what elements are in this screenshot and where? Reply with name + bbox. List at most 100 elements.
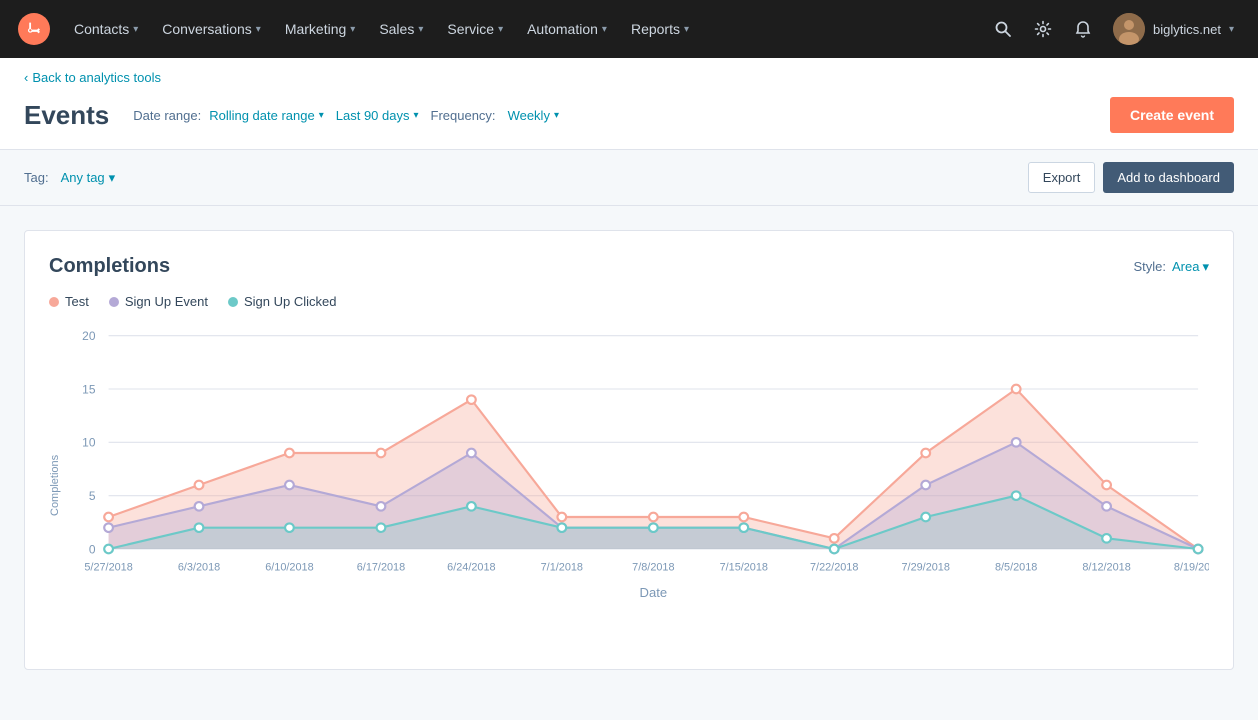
svg-text:7/1/2018: 7/1/2018	[541, 561, 583, 573]
signup-clicked-dot-1	[195, 523, 204, 532]
account-chevron: ▾	[1229, 24, 1234, 35]
test-dot-8	[830, 534, 839, 543]
nav-marketing-chevron: ▾	[350, 24, 355, 35]
svg-text:0: 0	[89, 542, 96, 556]
legend-label-signup-clicked: Sign Up Clicked	[244, 294, 337, 309]
test-dot-7	[739, 513, 748, 522]
signup-event-dot-10	[1012, 438, 1021, 447]
style-chevron: ▾	[1202, 259, 1209, 275]
nav-contacts[interactable]: Contacts ▾	[64, 15, 148, 43]
chart-inner: 0 5 10 15 20	[65, 325, 1209, 645]
legend-dot-signup-event	[109, 297, 119, 307]
nav-reports-label: Reports	[631, 21, 680, 37]
frequency-picker[interactable]: Weekly ▾	[504, 106, 563, 125]
page-title: Events	[24, 100, 109, 131]
test-dot-6	[649, 513, 658, 522]
chart-header: Completions Style: Area ▾	[49, 255, 1209, 278]
chart-card: Completions Style: Area ▾ Test Sign Up E…	[24, 230, 1234, 670]
add-to-dashboard-button[interactable]: Add to dashboard	[1103, 162, 1234, 193]
svg-text:6/24/2018: 6/24/2018	[447, 561, 495, 573]
date-range-option[interactable]: Last 90 days ▾	[332, 106, 423, 125]
signup-event-dot-9	[921, 481, 930, 490]
nav-service[interactable]: Service ▾	[437, 15, 513, 43]
search-icon[interactable]	[985, 11, 1021, 47]
navbar: Contacts ▾ Conversations ▾ Marketing ▾ S…	[0, 0, 1258, 58]
export-button[interactable]: Export	[1028, 162, 1096, 193]
avatar	[1113, 13, 1145, 45]
signup-clicked-dot-5	[557, 523, 566, 532]
nav-automation[interactable]: Automation ▾	[517, 15, 617, 43]
nav-contacts-label: Contacts	[74, 21, 129, 37]
nav-contacts-chevron: ▾	[133, 24, 138, 35]
signup-clicked-dot-12	[1194, 545, 1203, 554]
chart-legend: Test Sign Up Event Sign Up Clicked	[49, 294, 1209, 309]
nav-reports[interactable]: Reports ▾	[621, 15, 699, 43]
signup-clicked-dot-9	[921, 513, 930, 522]
account-name: biglytics.net	[1153, 22, 1221, 37]
filter-row: Date range: Rolling date range ▾ Last 90…	[133, 106, 1086, 125]
date-range-label: Date range:	[133, 108, 201, 123]
signup-clicked-dot-3	[377, 523, 386, 532]
subheader-main: Events Date range: Rolling date range ▾ …	[24, 89, 1234, 149]
test-dot-5	[557, 513, 566, 522]
nav-marketing-label: Marketing	[285, 21, 346, 37]
nav-icons	[985, 11, 1101, 47]
nav-conversations-chevron: ▾	[256, 24, 261, 35]
back-arrow-icon: ‹	[24, 70, 28, 85]
nav-automation-label: Automation	[527, 21, 598, 37]
nav-automation-chevron: ▾	[602, 24, 607, 35]
svg-text:6/10/2018: 6/10/2018	[265, 561, 313, 573]
signup-event-dot-4	[467, 449, 476, 458]
tag-value: Any tag	[61, 170, 105, 185]
nav-service-label: Service	[447, 21, 494, 37]
date-range-value: Rolling date range	[209, 108, 315, 123]
test-dot-9	[921, 449, 930, 458]
nav-sales-chevron: ▾	[418, 24, 423, 35]
back-link[interactable]: ‹ Back to analytics tools	[24, 58, 1234, 89]
notifications-icon[interactable]	[1065, 11, 1101, 47]
signup-event-dot-2	[285, 481, 294, 490]
date-option-value: Last 90 days	[336, 108, 410, 123]
nav-reports-chevron: ▾	[684, 24, 689, 35]
svg-text:15: 15	[82, 382, 96, 396]
test-dot-4	[467, 395, 476, 404]
tag-selector[interactable]: Any tag ▾	[61, 170, 116, 186]
date-range-chevron: ▾	[319, 110, 324, 121]
signup-event-dot-11	[1102, 502, 1111, 511]
date-option-chevron: ▾	[413, 110, 418, 121]
legend-label-test: Test	[65, 294, 89, 309]
style-dropdown[interactable]: Area ▾	[1172, 259, 1209, 275]
hubspot-logo[interactable]	[16, 11, 52, 47]
legend-item-signup-event: Sign Up Event	[109, 294, 208, 309]
settings-icon[interactable]	[1025, 11, 1061, 47]
svg-text:8/19/2018: 8/19/2018	[1174, 561, 1209, 573]
signup-clicked-dot-8	[830, 545, 839, 554]
signup-event-dot-1	[195, 502, 204, 511]
frequency-value: Weekly	[508, 108, 550, 123]
nav-marketing[interactable]: Marketing ▾	[275, 15, 366, 43]
legend-label-signup-event: Sign Up Event	[125, 294, 208, 309]
svg-text:20: 20	[82, 329, 96, 343]
toolbar: Tag: Any tag ▾ Export Add to dashboard	[0, 150, 1258, 206]
create-event-button[interactable]: Create event	[1110, 97, 1234, 133]
style-label: Style:	[1133, 259, 1166, 274]
signup-event-dot-3	[377, 502, 386, 511]
svg-text:5: 5	[89, 489, 96, 503]
svg-text:7/8/2018: 7/8/2018	[632, 561, 674, 573]
style-value: Area	[1172, 259, 1199, 274]
svg-text:6/17/2018: 6/17/2018	[357, 561, 405, 573]
tag-chevron: ▾	[109, 170, 116, 186]
nav-sales[interactable]: Sales ▾	[369, 15, 433, 43]
signup-clicked-dot-2	[285, 523, 294, 532]
nav-conversations[interactable]: Conversations ▾	[152, 15, 271, 43]
test-dot-0	[104, 513, 113, 522]
nav-sales-label: Sales	[379, 21, 414, 37]
signup-clicked-dot-7	[739, 523, 748, 532]
svg-text:6/3/2018: 6/3/2018	[178, 561, 220, 573]
date-range-picker[interactable]: Rolling date range ▾	[205, 106, 328, 125]
subheader: ‹ Back to analytics tools Events Date ra…	[0, 58, 1258, 150]
signup-clicked-dot-4	[467, 502, 476, 511]
account-menu[interactable]: biglytics.net ▾	[1105, 9, 1242, 49]
chart-area: Completions 0 5 10 15 20	[49, 325, 1209, 645]
legend-dot-signup-clicked	[228, 297, 238, 307]
